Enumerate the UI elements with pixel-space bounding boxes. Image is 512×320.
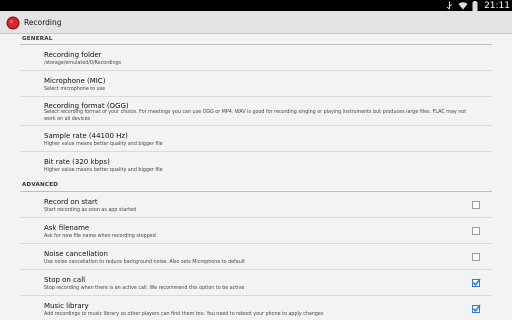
music-library-checkbox[interactable]	[472, 304, 481, 313]
section-header-advanced: ADVANCED	[22, 182, 59, 188]
status-bar: 21:11	[0, 0, 512, 11]
pref-summary: Add recordings to music library so other…	[44, 312, 324, 317]
pref-music-library[interactable]: Music library Add recordings to music li…	[20, 296, 492, 320]
battery-icon	[472, 0, 478, 11]
pref-title: Record on start	[44, 198, 98, 206]
noise-cancellation-checkbox[interactable]	[472, 253, 480, 261]
pref-title: Bit rate (320 kbps)	[44, 158, 110, 166]
clock: 21:11	[484, 0, 510, 11]
preferences-list[interactable]: GENERAL Recording folder /storage/emulat…	[0, 34, 512, 320]
section-header-general: GENERAL	[22, 36, 53, 42]
wifi-icon	[458, 1, 468, 10]
pref-summary: Select microphone to use	[44, 87, 106, 92]
pref-recording-format[interactable]: Recording format (OGG) Select recording …	[20, 97, 492, 126]
pref-summary: /storage/emulated/0/Recordings	[44, 61, 122, 66]
pref-sample-rate[interactable]: Sample rate (44100 Hz) Higher value mean…	[20, 126, 492, 152]
usb-icon	[445, 1, 454, 10]
pref-title: Microphone (MIC)	[44, 77, 106, 85]
pref-title: Music library	[44, 302, 89, 310]
record-icon[interactable]	[6, 15, 20, 30]
pref-recording-folder[interactable]: Recording folder /storage/emulated/0/Rec…	[20, 45, 492, 71]
pref-title: Recording format (OGG)	[44, 102, 129, 110]
pref-microphone[interactable]: Microphone (MIC) Select microphone to us…	[20, 71, 492, 97]
pref-summary: Stop recording when there is an active c…	[44, 286, 245, 291]
pref-bit-rate[interactable]: Bit rate (320 kbps) Higher value means b…	[20, 152, 492, 177]
checkmark-icon	[472, 278, 481, 287]
pref-summary: Higher value means better quality and bi…	[44, 142, 163, 147]
ask-filename-checkbox[interactable]	[472, 227, 480, 235]
pref-summary: Select recording format of your choice. …	[44, 110, 467, 122]
stop-on-call-checkbox[interactable]	[472, 278, 481, 287]
pref-title: Recording folder	[44, 51, 102, 59]
pref-ask-filename[interactable]: Ask filename Ask for new file name when …	[20, 218, 492, 244]
pref-summary: Use noise cancellation to reduce backgro…	[44, 260, 245, 265]
pref-title: Stop on call	[44, 276, 86, 284]
pref-record-on-start[interactable]: Record on start Start recording as soon …	[20, 192, 492, 218]
app-title: Recording	[24, 17, 62, 27]
pref-summary: Ask for new file name when recording sto…	[44, 234, 156, 239]
pref-summary: Start recording as soon as app started	[44, 208, 137, 213]
action-bar: Recording	[0, 11, 512, 34]
status-icons: 21:11	[445, 0, 510, 11]
pref-noise-cancellation[interactable]: Noise cancellation Use noise cancellatio…	[20, 244, 492, 270]
pref-title: Noise cancellation	[44, 250, 108, 258]
pref-title: Ask filename	[44, 224, 90, 232]
pref-title: Sample rate (44100 Hz)	[44, 132, 128, 140]
record-on-start-checkbox[interactable]	[472, 201, 480, 209]
pref-stop-on-call[interactable]: Stop on call Stop recording when there i…	[20, 270, 492, 296]
pref-summary: Higher value means better quality and bi…	[44, 168, 163, 173]
checkmark-icon	[472, 304, 481, 313]
